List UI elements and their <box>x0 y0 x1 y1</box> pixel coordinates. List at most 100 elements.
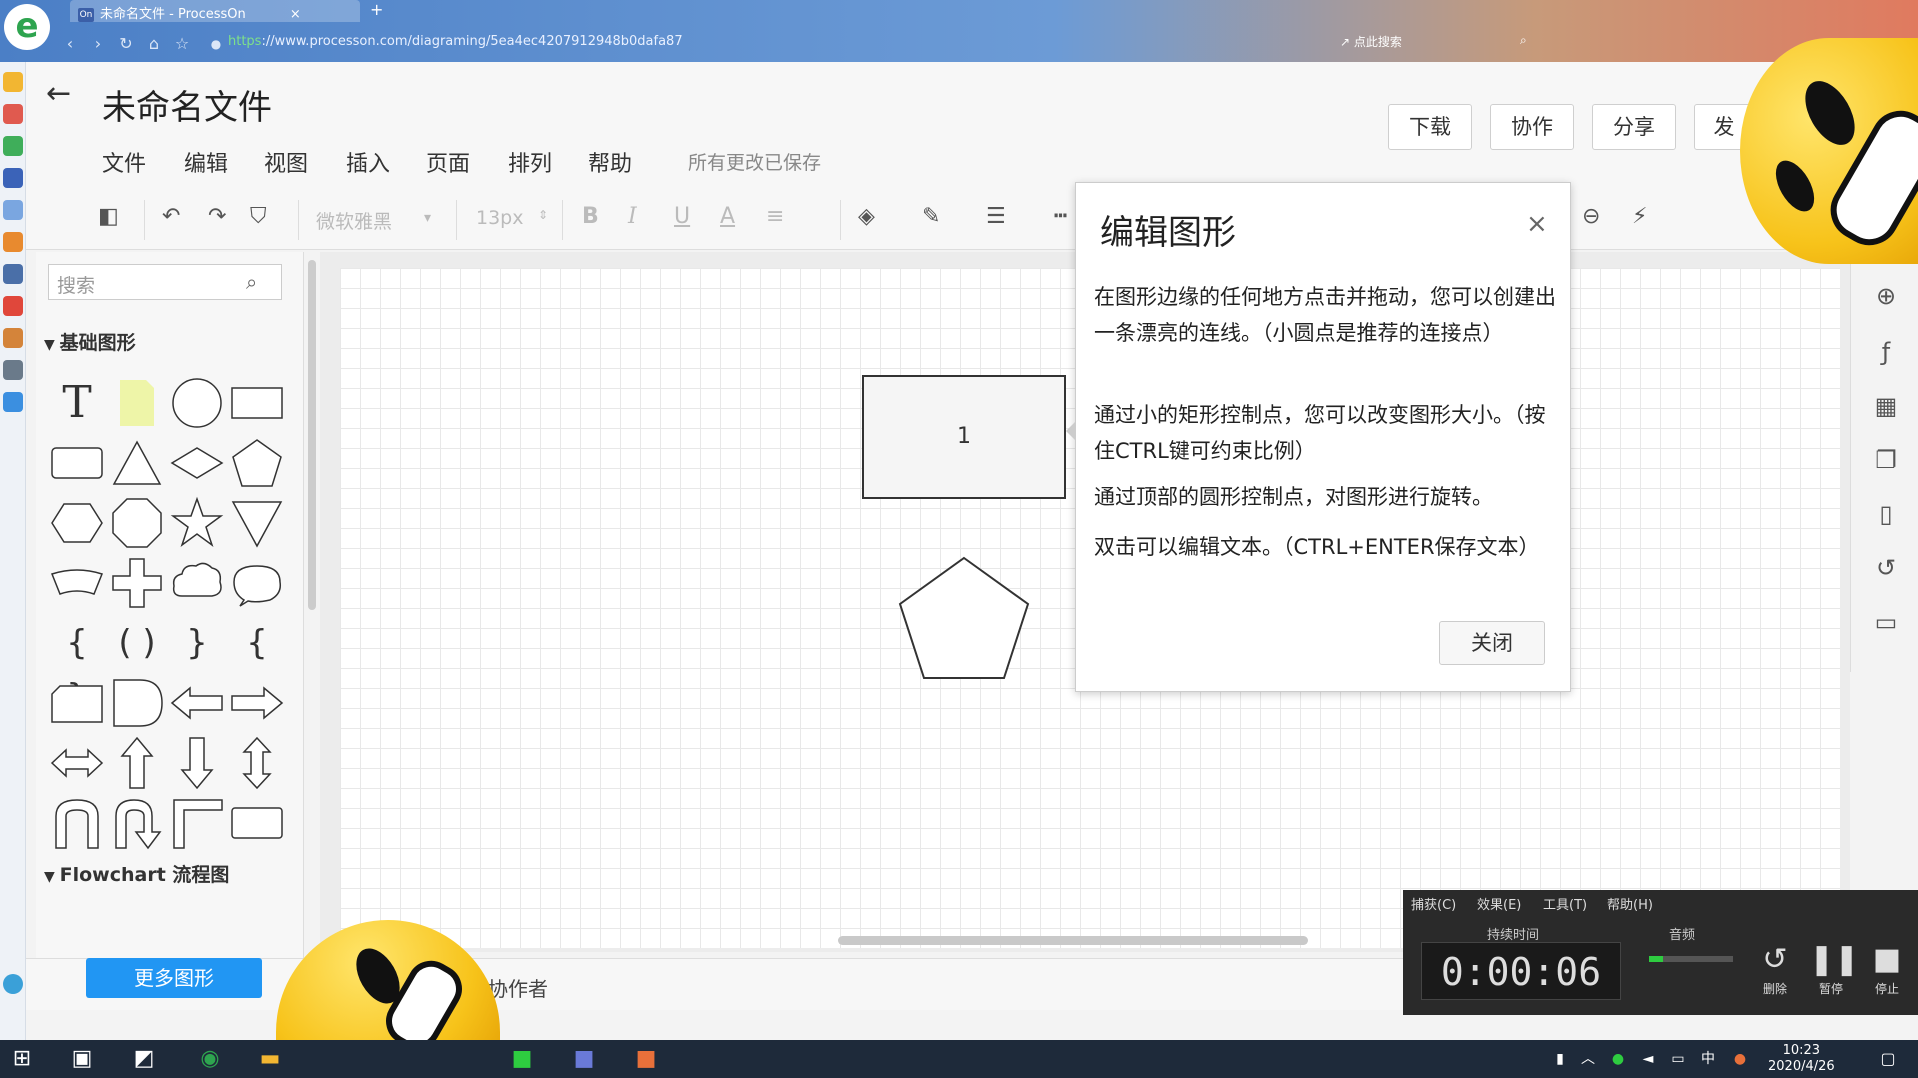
align-icon[interactable]: ≡ <box>766 204 784 229</box>
navigator-icon[interactable]: ⊕ <box>1871 282 1901 312</box>
left-arrow-shape[interactable] <box>170 676 224 730</box>
line-color-icon[interactable]: ✎ <box>922 204 940 229</box>
u-turn-arrow-shape[interactable] <box>110 796 164 850</box>
underline-button[interactable]: U <box>674 204 690 229</box>
back-arrow-icon[interactable]: ← <box>46 76 71 111</box>
bold-button[interactable]: B <box>582 204 599 229</box>
font-color-button[interactable]: A <box>720 204 735 229</box>
battery-icon[interactable]: ▭ <box>1664 1046 1692 1072</box>
font-size-input[interactable]: 13px <box>476 207 523 229</box>
tray-chevron-icon[interactable]: ︿ <box>1574 1046 1602 1072</box>
up-arrow-shape[interactable] <box>110 736 164 790</box>
delay-shape[interactable] <box>110 676 164 730</box>
pentagon-node[interactable] <box>894 554 1034 684</box>
page-icon[interactable]: ▯ <box>1871 500 1901 530</box>
magic-wand-icon[interactable]: ⚡ <box>1632 204 1647 229</box>
text-shape[interactable]: T <box>50 376 104 430</box>
refresh-icon[interactable]: ↻ <box>116 34 136 54</box>
redo-icon[interactable]: ↷ <box>208 204 226 229</box>
circle-shape[interactable] <box>170 376 224 430</box>
menu-edit[interactable]: 编辑 <box>184 146 228 178</box>
collaborators-label[interactable]: 协作者 <box>488 973 548 1002</box>
stepper-icon[interactable]: ⇕ <box>538 208 548 222</box>
menu-help[interactable]: 帮助 <box>588 146 632 178</box>
speech-bubble-shape[interactable] <box>230 556 284 610</box>
cloud-shape[interactable] <box>170 556 224 610</box>
cross-shape[interactable] <box>110 556 164 610</box>
volume-icon[interactable]: ◄ <box>1634 1046 1662 1072</box>
download-button[interactable]: 下载 <box>1388 104 1472 150</box>
pentagon-shape[interactable] <box>230 436 284 490</box>
fill-color-icon[interactable]: ◈ <box>858 204 875 229</box>
tray-icon[interactable]: ▮ <box>1546 1046 1574 1072</box>
ime-indicator[interactable]: 中 <box>1694 1046 1722 1072</box>
notifications-icon[interactable]: ▢ <box>1874 1046 1902 1072</box>
inverted-triangle-shape[interactable] <box>230 496 284 550</box>
weibo-icon[interactable] <box>3 104 23 124</box>
star-shape[interactable] <box>170 496 224 550</box>
share-button[interactable]: 分享 <box>1592 104 1676 150</box>
u-turn-arrow-shape[interactable] <box>50 796 104 850</box>
task-view-icon[interactable]: ▣ <box>68 1046 96 1072</box>
note-shape[interactable] <box>110 376 164 430</box>
clock[interactable]: 10:23 2020/4/26 <box>1768 1043 1835 1075</box>
forward-icon[interactable]: › <box>88 34 108 54</box>
banner-shape[interactable] <box>50 556 104 610</box>
stop-button[interactable]: ■ 停止 <box>1865 940 1909 997</box>
diamond-shape[interactable] <box>170 436 224 490</box>
right-brace-shape[interactable]: } <box>170 616 224 670</box>
menu-view[interactable]: 视图 <box>264 146 308 178</box>
app-icon[interactable]: ■ <box>508 1046 536 1072</box>
formula-icon[interactable]: ƒ <box>1871 338 1901 368</box>
app-icon[interactable] <box>3 136 23 156</box>
add-icon[interactable] <box>3 974 23 994</box>
italic-button[interactable]: I <box>628 204 637 229</box>
shape-style-icon[interactable]: ◧ <box>98 204 119 229</box>
back-icon[interactable]: ‹ <box>60 34 80 54</box>
corner-shape[interactable] <box>170 796 224 850</box>
menu-file[interactable]: 文件 <box>102 146 146 178</box>
bracket-pair-shape[interactable]: ( ) <box>110 616 164 670</box>
pause-button[interactable]: ❚❚ 暂停 <box>1809 940 1859 997</box>
close-icon[interactable]: × <box>1526 209 1548 239</box>
search-icon[interactable]: ⌕ <box>246 270 257 294</box>
dialog-close-button[interactable]: 关闭 <box>1439 621 1545 665</box>
right-arrow-shape[interactable] <box>230 676 284 730</box>
tray-icon[interactable]: ● <box>1604 1046 1632 1072</box>
browser-logo[interactable]: e <box>4 4 50 50</box>
menu-arrange[interactable]: 排列 <box>508 146 552 178</box>
left-brace-shape[interactable]: { <box>230 616 284 670</box>
triangle-shape[interactable] <box>110 436 164 490</box>
app-icon[interactable] <box>3 328 23 348</box>
recorder-menu-effects[interactable]: 效果(E) <box>1477 894 1521 913</box>
menu-insert[interactable]: 插入 <box>346 146 390 178</box>
audio-level-meter[interactable] <box>1649 956 1733 962</box>
app-icon[interactable] <box>3 264 23 284</box>
history-icon[interactable]: ↺ <box>1871 554 1901 584</box>
home-icon[interactable]: ⌂ <box>144 34 164 54</box>
link-icon[interactable]: ⊖ <box>1582 204 1600 229</box>
category-flowchart[interactable]: ▼ Flowchart 流程图 <box>44 860 229 887</box>
address-bar[interactable]: ‹ › ↻ ⌂ ☆ ● https://www.processon.com/di… <box>60 30 1320 58</box>
canvas-horizontal-scrollbar[interactable] <box>838 936 1308 945</box>
card-shape[interactable] <box>50 676 104 730</box>
rectangle-node[interactable]: 1 <box>862 375 1066 499</box>
shape-panel-scrollbar[interactable] <box>308 260 316 610</box>
browser-taskbar-icon[interactable]: ◉ <box>196 1046 224 1072</box>
new-tab-icon[interactable]: + <box>370 0 383 19</box>
rounded-rectangle-shape[interactable] <box>50 436 104 490</box>
down-arrow-shape[interactable] <box>170 736 224 790</box>
app-icon[interactable] <box>3 360 23 380</box>
document-title[interactable]: 未命名文件 <box>102 80 272 129</box>
app-icon[interactable] <box>3 392 23 412</box>
app-icon[interactable] <box>3 168 23 188</box>
rectangle-shape[interactable] <box>230 796 284 850</box>
tray-icon[interactable]: ● <box>1726 1046 1754 1072</box>
recorder-menu-capture[interactable]: 捕获(C) <box>1411 894 1456 913</box>
font-family-select[interactable]: 微软雅黑 <box>316 207 392 234</box>
rectangle-shape[interactable] <box>230 376 284 430</box>
octagon-shape[interactable] <box>110 496 164 550</box>
favorites-icon[interactable] <box>3 72 23 92</box>
windows-start-icon[interactable]: ⊞ <box>8 1046 36 1072</box>
app-icon[interactable] <box>3 296 23 316</box>
